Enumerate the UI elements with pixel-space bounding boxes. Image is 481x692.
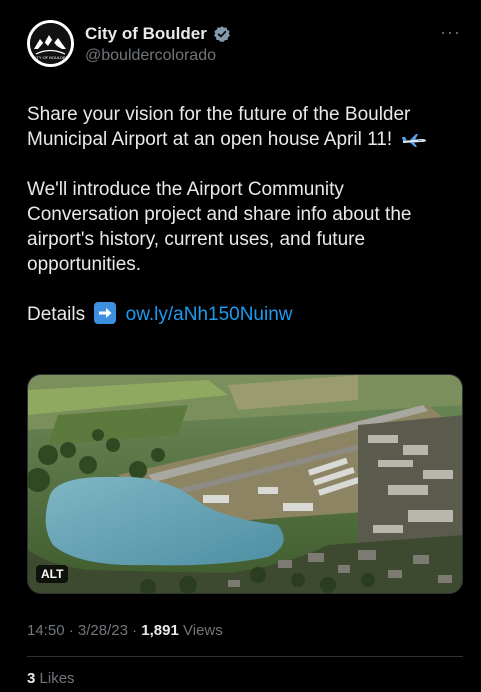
tweet-date[interactable]: 3/28/23: [78, 622, 128, 639]
likes-count: 3: [27, 670, 36, 687]
author-handle[interactable]: @bouldercolorado: [85, 47, 231, 65]
city-logo-icon: CITY OF BOULDER: [30, 23, 71, 64]
tweet-paragraph-1: Share your vision for the future of the …: [27, 102, 457, 152]
tweet-paragraph-3: Details ow.ly/aNh150Nuinw: [27, 302, 457, 327]
likes-link[interactable]: 3 Likes: [27, 670, 75, 687]
author-info: City of Boulder @bouldercolorado: [85, 23, 231, 65]
right-arrow-emoji-icon: [94, 302, 117, 324]
meta-separator: ·: [132, 622, 138, 639]
tweet-card: CITY OF BOULDER City of Boulder @boulder…: [8, 8, 473, 692]
meta-separator: ·: [68, 622, 74, 639]
airplane-emoji-icon: [402, 133, 427, 147]
tweet-meta: 14:50 · 3/28/23 · 1,891 Views: [27, 622, 223, 639]
tweet-text: Share your vision for the future of the …: [27, 102, 457, 327]
alt-text-badge[interactable]: ALT: [36, 565, 69, 583]
more-options-icon[interactable]: ···: [440, 22, 461, 43]
views-count: 1,891: [141, 622, 179, 639]
avatar[interactable]: CITY OF BOULDER: [27, 20, 74, 67]
tweet-header: CITY OF BOULDER City of Boulder @boulder…: [27, 20, 461, 70]
views-label: Views: [183, 622, 223, 639]
author-display-name[interactable]: City of Boulder: [85, 24, 207, 44]
tweet-media-image[interactable]: ALT: [27, 374, 463, 594]
tweet-paragraph-2: We'll introduce the Airport Community Co…: [27, 179, 412, 275]
airport-aerial-photo: [28, 375, 462, 593]
svg-text:CITY OF BOULDER: CITY OF BOULDER: [32, 55, 68, 60]
details-label: Details: [27, 304, 86, 325]
verified-badge-icon: [213, 26, 230, 42]
divider: [27, 656, 463, 657]
likes-label: Likes: [39, 670, 75, 687]
tweet-time[interactable]: 14:50: [27, 622, 65, 639]
tweet-link[interactable]: ow.ly/aNh150Nuinw: [126, 304, 293, 325]
